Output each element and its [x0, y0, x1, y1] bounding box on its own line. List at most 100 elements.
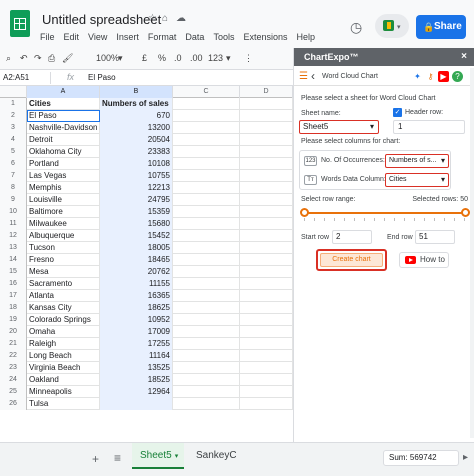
- table-cell[interactable]: [240, 182, 293, 194]
- row-number[interactable]: 19: [0, 314, 27, 326]
- menu-extensions[interactable]: Extensions: [243, 32, 287, 42]
- table-cell[interactable]: [240, 122, 293, 134]
- menu-edit[interactable]: Edit: [64, 32, 80, 42]
- table-cell[interactable]: [173, 98, 240, 110]
- city-cell[interactable]: Tulsa: [27, 398, 100, 410]
- sales-cell[interactable]: 16365: [100, 290, 173, 302]
- city-cell[interactable]: Las Vegas: [27, 170, 100, 182]
- hamburger-menu-icon[interactable]: ☰: [299, 71, 308, 82]
- help-icon[interactable]: ?: [452, 71, 463, 82]
- sales-cell[interactable]: 13200: [100, 122, 173, 134]
- column-header-d[interactable]: D: [240, 86, 293, 98]
- row-number[interactable]: 18: [0, 302, 27, 314]
- table-cell[interactable]: [240, 266, 293, 278]
- table-cell[interactable]: [240, 350, 293, 362]
- name-box[interactable]: A2:A51: [3, 72, 51, 84]
- table-cell[interactable]: [240, 362, 293, 374]
- sales-cell[interactable]: 17009: [100, 326, 173, 338]
- table-cell[interactable]: [173, 122, 240, 134]
- city-cell[interactable]: Nashville-Davidson: [27, 122, 100, 134]
- row-number[interactable]: 24: [0, 374, 27, 386]
- city-cell[interactable]: Memphis: [27, 182, 100, 194]
- header-cell-cities[interactable]: Cities: [27, 98, 100, 110]
- table-cell[interactable]: [240, 134, 293, 146]
- row-number[interactable]: 5: [0, 146, 27, 158]
- sum-status[interactable]: Sum: 569742: [383, 450, 459, 466]
- search-menus-icon[interactable]: ⌕: [6, 52, 11, 64]
- sales-cell[interactable]: 11164: [100, 350, 173, 362]
- table-cell[interactable]: [240, 146, 293, 158]
- table-cell[interactable]: [173, 386, 240, 398]
- sales-cell[interactable]: 10755: [100, 170, 173, 182]
- sales-cell[interactable]: 17255: [100, 338, 173, 350]
- row-number[interactable]: 11: [0, 218, 27, 230]
- paint-format-icon[interactable]: 🖌: [62, 52, 73, 64]
- menu-data[interactable]: Data: [185, 32, 204, 42]
- table-cell[interactable]: [173, 230, 240, 242]
- close-icon[interactable]: ×: [461, 48, 467, 66]
- table-cell[interactable]: [173, 302, 240, 314]
- table-cell[interactable]: [173, 146, 240, 158]
- range-end-handle[interactable]: [461, 208, 470, 217]
- table-cell[interactable]: [173, 182, 240, 194]
- range-start-handle[interactable]: [300, 208, 309, 217]
- key-icon[interactable]: ⚷: [425, 71, 436, 82]
- back-icon[interactable]: ‹: [311, 69, 315, 83]
- city-cell[interactable]: Oklahoma City: [27, 146, 100, 158]
- city-cell[interactable]: Long Beach: [27, 350, 100, 362]
- city-cell[interactable]: Oakland: [27, 374, 100, 386]
- explore-icon[interactable]: ▸: [463, 452, 468, 463]
- start-row-input[interactable]: 2: [332, 230, 372, 244]
- menu-file[interactable]: File: [40, 32, 55, 42]
- city-cell[interactable]: Colorado Springs: [27, 314, 100, 326]
- sheets-logo[interactable]: [10, 10, 30, 37]
- document-title[interactable]: Untitled spreadsheet: [42, 12, 161, 27]
- row-number[interactable]: 6: [0, 158, 27, 170]
- menu-tools[interactable]: Tools: [213, 32, 234, 42]
- table-cell[interactable]: [240, 110, 293, 122]
- city-cell[interactable]: El Paso: [27, 110, 100, 122]
- table-cell[interactable]: [173, 218, 240, 230]
- city-cell[interactable]: Tucson: [27, 242, 100, 254]
- share-button[interactable]: 🔒 Share: [416, 15, 466, 39]
- table-cell[interactable]: [240, 98, 293, 110]
- row-number[interactable]: 20: [0, 326, 27, 338]
- number-format-button[interactable]: 123: [208, 52, 223, 64]
- header-cell-sales[interactable]: Numbers of sales: [100, 98, 173, 110]
- row-number[interactable]: 1: [0, 98, 27, 110]
- header-row-checkbox[interactable]: ✓: [393, 108, 402, 117]
- sales-cell[interactable]: 15680: [100, 218, 173, 230]
- sales-cell[interactable]: 10108: [100, 158, 173, 170]
- table-cell[interactable]: [240, 242, 293, 254]
- sales-cell[interactable]: 18005: [100, 242, 173, 254]
- sales-cell[interactable]: 24795: [100, 194, 173, 206]
- city-cell[interactable]: Mesa: [27, 266, 100, 278]
- table-cell[interactable]: [240, 158, 293, 170]
- city-cell[interactable]: Baltimore: [27, 206, 100, 218]
- city-cell[interactable]: Raleigh: [27, 338, 100, 350]
- row-number[interactable]: 14: [0, 254, 27, 266]
- sales-cell[interactable]: 11155: [100, 278, 173, 290]
- row-number[interactable]: 22: [0, 350, 27, 362]
- currency-format-button[interactable]: £: [142, 52, 147, 64]
- table-cell[interactable]: [173, 158, 240, 170]
- row-number[interactable]: 26: [0, 398, 27, 410]
- menu-insert[interactable]: Insert: [116, 32, 139, 42]
- tab-sheet5[interactable]: Sheet5 ▾: [132, 443, 184, 469]
- sales-cell[interactable]: 12964: [100, 386, 173, 398]
- spreadsheet-grid[interactable]: A B C D 1 Cities Numbers of sales 2 El Pa…: [0, 86, 293, 442]
- sales-cell[interactable]: 15359: [100, 206, 173, 218]
- table-cell[interactable]: [240, 194, 293, 206]
- formula-input[interactable]: El Paso: [88, 73, 116, 82]
- row-number[interactable]: 2: [0, 110, 27, 122]
- table-cell[interactable]: [240, 374, 293, 386]
- table-cell[interactable]: [240, 230, 293, 242]
- sales-cell[interactable]: 13525: [100, 362, 173, 374]
- print-icon[interactable]: ⎙: [48, 52, 55, 64]
- column-header-a[interactable]: A: [27, 86, 100, 98]
- table-cell[interactable]: [173, 242, 240, 254]
- redo-icon[interactable]: ↷: [34, 52, 42, 64]
- decrease-decimal-button[interactable]: .0: [174, 52, 182, 64]
- header-row-input[interactable]: 1: [393, 120, 465, 134]
- table-cell[interactable]: [240, 206, 293, 218]
